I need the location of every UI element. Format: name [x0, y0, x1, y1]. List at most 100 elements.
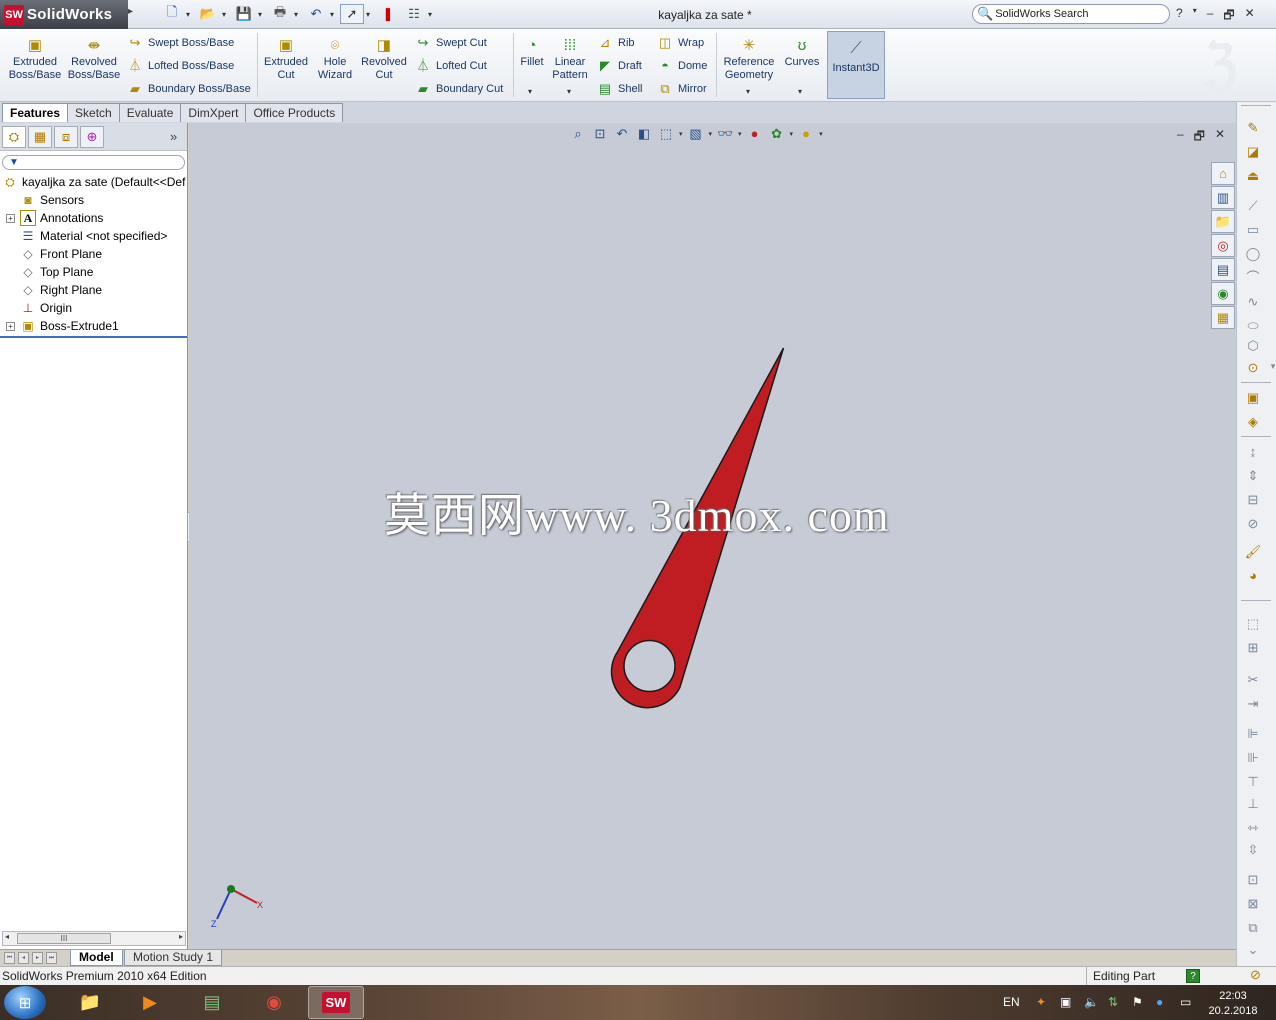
menu-expand-arrow-icon[interactable]: ▸ [128, 6, 136, 22]
save-dropdown-icon[interactable]: ▾ [258, 4, 266, 24]
input-language-indicator[interactable]: EN [1003, 995, 1020, 1009]
file-explorer-icon[interactable]: 📁 [1211, 210, 1235, 233]
boss-icon[interactable]: ▣ [1243, 388, 1263, 408]
edit-color-icon[interactable]: ◕ [1243, 566, 1263, 586]
wrap-button[interactable]: ◫ Wrap [656, 34, 704, 52]
property-manager-tab-icon[interactable]: ▦ [28, 125, 52, 148]
relation-icon[interactable]: ⊘ [1243, 514, 1263, 534]
solidworks-taskbar-icon[interactable]: SW [308, 986, 364, 1019]
task-manager-taskbar-icon[interactable]: ▤ [184, 986, 240, 1019]
draft-button[interactable]: ◤ Draft [596, 57, 642, 75]
help-dropdown-icon[interactable]: ▾ [1193, 6, 1197, 27]
space-horizontal-icon[interactable]: ⇿ [1243, 818, 1263, 838]
undo-icon[interactable]: ↶ [304, 4, 328, 24]
rebuild-traffic-light-icon[interactable]: ❚ [376, 4, 400, 24]
tray-display-icon[interactable]: ▣ [1060, 995, 1071, 1009]
tree-item-boss-extrude1[interactable]: + ▣ Boss-Extrude1 [0, 317, 187, 335]
tree-item-front-plane[interactable]: ◇ Front Plane [0, 245, 187, 263]
print-icon[interactable]: 🖶 [268, 4, 292, 24]
trim-icon[interactable]: ✂ [1243, 670, 1263, 690]
curves-button[interactable]: ʊ Curves [782, 37, 822, 69]
align-right-icon[interactable]: ⊪ [1243, 748, 1263, 768]
smart-dimension-icon[interactable]: ↨ [1243, 442, 1263, 462]
tree-root-part[interactable]: ⛭ kayaljka za sate (Default<<Def [0, 173, 187, 191]
previous-view-icon[interactable]: ↶ [613, 125, 631, 143]
print-dropdown-icon[interactable]: ▾ [294, 4, 302, 24]
more-tabs-icon[interactable]: » [170, 129, 177, 144]
edit-appearance-icon[interactable]: ● [746, 125, 764, 143]
tree-item-material[interactable]: ☰ Material <not specified> [0, 227, 187, 245]
viewport-restore-icon[interactable]: 🗗 [1194, 127, 1205, 148]
lofted-cut-button[interactable]: ⏃ Lofted Cut [414, 57, 486, 75]
file-explorer-taskbar-icon[interactable]: 📁 [62, 986, 118, 1019]
select-pointer-icon[interactable]: ➚ [340, 4, 364, 24]
boundary-boss-button[interactable]: ▰ Boundary Boss/Base [126, 80, 251, 98]
design-library-icon[interactable]: ▥ [1211, 186, 1235, 209]
rollback-bar[interactable] [0, 336, 187, 338]
last-tab-icon[interactable]: ⏭ [46, 952, 57, 964]
space-vertical-icon[interactable]: ⇳ [1243, 840, 1263, 860]
vertical-dimension-icon[interactable]: ⇕ [1243, 466, 1263, 486]
swept-boss-button[interactable]: ↪ Swept Boss/Base [126, 34, 235, 52]
tray-update-icon[interactable]: ● [1156, 995, 1163, 1009]
instant3d-button[interactable]: ⟋ Instant3D [827, 31, 885, 99]
reference-geometry-button[interactable]: ✳ Reference Geometry [720, 37, 778, 82]
swept-cut-button[interactable]: ↪ Swept Cut [414, 34, 487, 52]
sketch-icon[interactable]: ✎ [1243, 118, 1263, 138]
next-tab-icon[interactable]: ▸ [32, 952, 43, 964]
help-icon[interactable]: ? [1176, 6, 1183, 27]
tree-filter-input[interactable]: ▼ [2, 155, 185, 170]
display-style-icon[interactable]: ▧ [687, 125, 705, 143]
boundary-cut-button[interactable]: ▰ Boundary Cut [414, 80, 503, 98]
ungroup-icon[interactable]: ⊠ [1243, 894, 1263, 914]
close-icon[interactable]: ✕ [1245, 6, 1255, 27]
view-orientation-dropdown-icon[interactable]: ▾ [679, 130, 683, 138]
select-dropdown-icon[interactable]: ▾ [366, 4, 374, 24]
new-document-icon[interactable]: 🗋 [160, 4, 184, 24]
group-icon[interactable]: ⊡ [1243, 870, 1263, 890]
feature-manager-tab-icon[interactable]: ⛭ [2, 125, 26, 148]
options-icon[interactable]: ☷ [402, 4, 426, 24]
toolbar-more-icon[interactable]: ⌄ [1243, 940, 1263, 960]
align-top-icon[interactable]: ⊤ [1243, 772, 1263, 792]
configuration-manager-tab-icon[interactable]: ⧈ [54, 125, 78, 148]
tree-item-origin[interactable]: ⊥ Origin [0, 299, 187, 317]
new-dropdown-icon[interactable]: ▾ [186, 4, 194, 24]
pattern-dropdown-icon[interactable]: ▾ [567, 87, 571, 96]
viewport-close-icon[interactable]: ✕ [1215, 127, 1225, 148]
extrude-icon[interactable]: ⏏ [1243, 166, 1263, 186]
hole-wizard-button[interactable]: ⌾ Hole Wizard [314, 37, 356, 82]
more-tools-dropdown-icon[interactable]: ▾ [1263, 356, 1276, 376]
appearances-icon[interactable]: ◉ [1211, 282, 1235, 305]
view-orientation-icon[interactable]: ⬚ [657, 125, 675, 143]
restore-icon[interactable]: 🗗 [1223, 6, 1234, 27]
apply-scene-icon[interactable]: ✿ [768, 125, 786, 143]
tree-item-annotations[interactable]: + A Annotations [0, 209, 187, 227]
shell-button[interactable]: ▤ Shell [596, 80, 643, 98]
line-icon[interactable]: ⟋ [1243, 196, 1263, 216]
extruded-cut-button[interactable]: ▣ Extruded Cut [262, 37, 310, 82]
layer-icon[interactable]: ⧉ [1243, 918, 1263, 938]
taskbar-clock[interactable]: 22:03 20.2.2018 [1206, 989, 1260, 1019]
expand-icon[interactable]: + [6, 321, 15, 331]
circle-icon[interactable]: ◯ [1243, 244, 1263, 264]
chrome-taskbar-icon[interactable]: ◉ [246, 986, 302, 1019]
align-left-icon[interactable]: ⊫ [1243, 724, 1263, 744]
display-style-dropdown-icon[interactable]: ▾ [709, 130, 713, 138]
view-settings-icon[interactable]: ● [797, 125, 815, 143]
volume-icon[interactable]: 🔈 [1084, 995, 1099, 1009]
extend-icon[interactable]: ⇥ [1243, 694, 1263, 714]
first-tab-icon[interactable]: ⏮ [4, 952, 15, 964]
open-dropdown-icon[interactable]: ▾ [222, 4, 230, 24]
tab-features[interactable]: Features [2, 103, 69, 122]
align-bottom-icon[interactable]: ⊥ [1243, 794, 1263, 814]
linear-pattern-button[interactable]: ⁞⁞⁞ Linear Pattern [548, 37, 592, 82]
revolved-cut-button[interactable]: ◨ Revolved Cut [358, 37, 410, 82]
tab-sketch[interactable]: Sketch [67, 103, 120, 122]
dome-button[interactable]: ◓ Dome [656, 57, 707, 75]
solidworks-search-input[interactable]: 🔍 SolidWorks Search [972, 4, 1170, 24]
hide-show-items-icon[interactable]: 👓 [716, 125, 734, 143]
quick-tips-help-icon[interactable]: ? [1186, 969, 1200, 983]
tree-item-right-plane[interactable]: ◇ Right Plane [0, 281, 187, 299]
tab-motion-study-1[interactable]: Motion Study 1 [124, 950, 223, 966]
